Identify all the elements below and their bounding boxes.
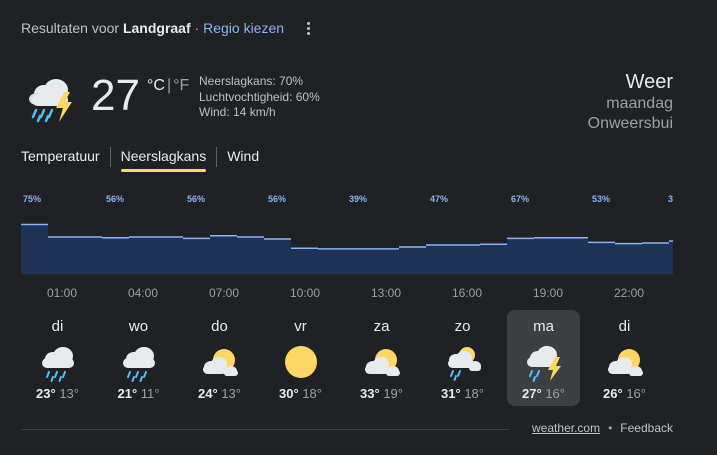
day-card-6[interactable]: ma 27° 16°	[507, 310, 580, 406]
day-temperatures: 24° 13°	[183, 386, 256, 401]
unit-separator: |	[166, 77, 172, 94]
celsius-button[interactable]: °C	[147, 77, 165, 94]
time-tick: 10:00	[289, 286, 321, 300]
precipitation-label: 56%	[106, 194, 124, 204]
day-temperatures: 27° 16°	[507, 386, 580, 401]
day-card-1[interactable]: wo 21° 11°	[102, 310, 175, 406]
day-temperatures: 23° 13°	[21, 386, 94, 401]
tab-precipitation[interactable]: Neerslagkans	[120, 148, 206, 172]
more-vert-icon[interactable]	[300, 20, 316, 36]
precipitation-chart: 75% 56% 56% 56% 39% 47% 67% 53% 3	[21, 194, 673, 274]
day-low: 13°	[221, 386, 241, 401]
humidity: Luchtvochtigheid: 60%	[199, 89, 320, 104]
day-name: vr	[294, 318, 307, 335]
summary-condition: Onweersbui	[587, 115, 673, 132]
precipitation-label: 3	[668, 194, 673, 204]
precipitation-label: 56%	[268, 194, 286, 204]
day-high: 23°	[36, 386, 56, 401]
day-card-3[interactable]: vr 30° 18°	[264, 310, 337, 406]
daily-forecast: di 23° 13° wo 21° 11° do 24° 13° vr 30° 18° za 33…	[21, 310, 681, 406]
fahrenheit-button[interactable]: °F	[173, 77, 189, 94]
precipitation-label: 75%	[23, 194, 41, 204]
day-card-7[interactable]: di 26° 16°	[588, 310, 661, 406]
partly-cloudy-icon	[364, 349, 400, 376]
day-high: 24°	[198, 386, 218, 401]
time-tick: 13:00	[370, 286, 402, 300]
day-temperatures: 21° 11°	[102, 386, 175, 401]
day-low: 13°	[59, 386, 79, 401]
results-prefix: Resultaten voor	[21, 20, 120, 36]
day-name: zo	[454, 318, 471, 335]
day-temperatures: 30° 18°	[264, 386, 337, 401]
tab-temperature[interactable]: Temperatuur	[21, 148, 100, 172]
precipitation-label: 47%	[430, 194, 448, 204]
day-high: 27°	[522, 386, 542, 401]
time-tick: 19:00	[532, 286, 564, 300]
temperature-unit-switch: °C | °F	[147, 77, 189, 95]
day-card-2[interactable]: do 24° 13°	[183, 310, 256, 406]
day-low: 16°	[626, 386, 646, 401]
day-card-5[interactable]: zo 31° 18°	[426, 310, 499, 406]
day-temperatures: 26° 16°	[588, 386, 661, 401]
wind-speed: Wind: 14 km/h	[199, 105, 276, 119]
day-temperatures: 33° 19°	[345, 386, 418, 401]
rain-icon	[41, 347, 74, 382]
day-low: 19°	[383, 386, 403, 401]
day-high: 31°	[441, 386, 461, 401]
day-card-0[interactable]: di 23° 13°	[21, 310, 94, 406]
precipitation-chance: Neerslagkans: 70%	[199, 74, 304, 88]
day-high: 30°	[279, 386, 299, 401]
sunny-icon	[284, 346, 317, 378]
partly-cloudy-icon	[607, 349, 643, 376]
thunderstorm-icon	[29, 79, 72, 123]
precipitation-label: 56%	[187, 194, 205, 204]
tab-divider	[109, 147, 111, 167]
footer-dot: •	[608, 421, 613, 435]
current-temperature: 27	[91, 71, 140, 120]
precipitation-label: 67%	[511, 194, 529, 204]
day-name: wo	[128, 318, 149, 335]
day-high: 26°	[603, 386, 623, 401]
day-name: do	[211, 318, 228, 335]
day-low: 18°	[302, 386, 322, 401]
day-low: 11°	[140, 386, 160, 401]
day-temperatures: 31° 18°	[426, 386, 499, 401]
weather-source-link[interactable]: weather.com	[532, 421, 600, 435]
metric-tabs: Temperatuur Neerslagkans Wind	[21, 147, 259, 173]
footer: weather.com • Feedback	[532, 421, 673, 435]
day-name: ma	[533, 318, 554, 335]
time-tick: 04:00	[127, 286, 159, 300]
time-axis: 01:00 04:00 07:00 10:00 13:00 16:00 19:00 22:00	[21, 286, 673, 300]
precipitation-label: 53%	[592, 194, 610, 204]
current-details: Neerslagkans: 70% Luchtvochtigheid: 60% …	[199, 74, 320, 121]
header-separator: ·	[194, 20, 200, 36]
tab-wind[interactable]: Wind	[227, 148, 259, 172]
search-results-header: Resultaten voor Landgraaf · Regio kiezen	[21, 20, 284, 36]
day-card-4[interactable]: za 33° 19°	[345, 310, 418, 406]
choose-region-link[interactable]: Regio kiezen	[203, 20, 284, 36]
day-name: za	[373, 318, 390, 335]
time-tick: 16:00	[451, 286, 483, 300]
day-low: 18°	[464, 386, 484, 401]
time-tick: 07:00	[208, 286, 240, 300]
scattered-showers-icon	[447, 347, 481, 381]
thunderstorm-icon	[526, 346, 561, 382]
day-name: di	[51, 318, 64, 335]
rain-icon	[122, 347, 155, 382]
summary-day: maandag	[606, 95, 673, 112]
feedback-link[interactable]: Feedback	[620, 421, 673, 435]
day-low: 16°	[545, 386, 565, 401]
location-name: Landgraaf	[122, 20, 191, 36]
day-high: 21°	[117, 386, 138, 401]
time-tick: 22:00	[613, 286, 645, 300]
weather-title: Weer	[625, 71, 673, 93]
partly-cloudy-icon	[202, 349, 238, 376]
tab-divider	[216, 147, 218, 167]
day-high: 33°	[360, 386, 380, 401]
day-name: di	[618, 318, 631, 335]
weather-summary: Weer maandag Onweersbui	[588, 70, 673, 134]
time-tick: 01:00	[46, 286, 78, 300]
precipitation-label: 39%	[349, 194, 367, 204]
footer-divider	[21, 429, 509, 430]
